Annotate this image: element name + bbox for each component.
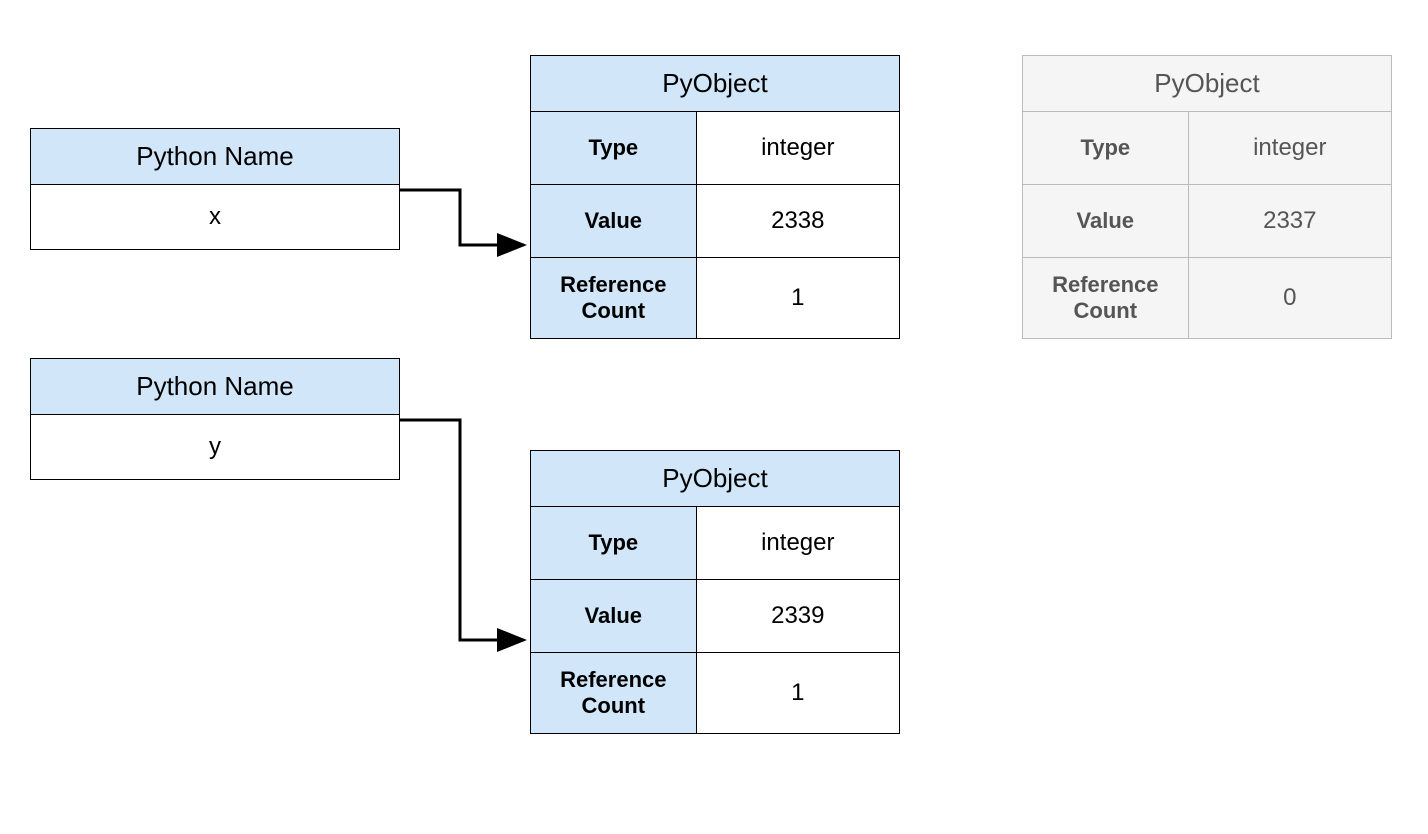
pyobject-label-type-1: Type (531, 112, 697, 184)
pyobject-row-value-3: Value 2337 (1023, 185, 1391, 258)
pyobject-label-value-2: Value (531, 580, 697, 652)
pyobject-row-refcount-1: Reference Count 1 (531, 258, 899, 338)
pyobject-value-value-1: 2338 (697, 185, 899, 257)
pyobject-value-type-3: integer (1189, 112, 1391, 184)
pyobject-header-2: PyObject (531, 451, 899, 507)
pyobject-row-refcount-3: Reference Count 0 (1023, 258, 1391, 338)
pyobject-row-type-2: Type integer (531, 507, 899, 580)
name-value-y: y (31, 415, 399, 479)
pyobject-label-type-3: Type (1023, 112, 1189, 184)
name-header-x: Python Name (31, 129, 399, 185)
pyobject-row-refcount-2: Reference Count 1 (531, 653, 899, 733)
pyobject-label-value-1: Value (531, 185, 697, 257)
pyobject-value-refcount-2: 1 (697, 653, 899, 733)
pyobject-row-value-1: Value 2338 (531, 185, 899, 258)
pyobject-label-refcount-2: Reference Count (531, 653, 697, 733)
pyobject-row-type-1: Type integer (531, 112, 899, 185)
pyobject-row-type-3: Type integer (1023, 112, 1391, 185)
pyobject-box-2: PyObject Type integer Value 2339 Referen… (530, 450, 900, 734)
name-value-x: x (31, 185, 399, 249)
pyobject-box-3: PyObject Type integer Value 2337 Referen… (1022, 55, 1392, 339)
pyobject-header-3: PyObject (1023, 56, 1391, 112)
pyobject-label-type-2: Type (531, 507, 697, 579)
diagram-container: Python Name x Python Name y PyObject Typ… (0, 0, 1428, 834)
pyobject-label-refcount-3: Reference Count (1023, 258, 1189, 338)
pyobject-box-1: PyObject Type integer Value 2338 Referen… (530, 55, 900, 339)
arrow-x-to-obj1 (400, 190, 524, 245)
pyobject-value-type-2: integer (697, 507, 899, 579)
pyobject-label-refcount-1: Reference Count (531, 258, 697, 338)
name-box-x: Python Name x (30, 128, 400, 250)
pyobject-row-value-2: Value 2339 (531, 580, 899, 653)
pyobject-value-refcount-3: 0 (1189, 258, 1391, 338)
name-header-y: Python Name (31, 359, 399, 415)
pyobject-header-1: PyObject (531, 56, 899, 112)
arrow-y-to-obj2 (400, 420, 524, 640)
pyobject-value-value-3: 2337 (1189, 185, 1391, 257)
pyobject-value-refcount-1: 1 (697, 258, 899, 338)
pyobject-value-value-2: 2339 (697, 580, 899, 652)
pyobject-label-value-3: Value (1023, 185, 1189, 257)
pyobject-value-type-1: integer (697, 112, 899, 184)
name-box-y: Python Name y (30, 358, 400, 480)
